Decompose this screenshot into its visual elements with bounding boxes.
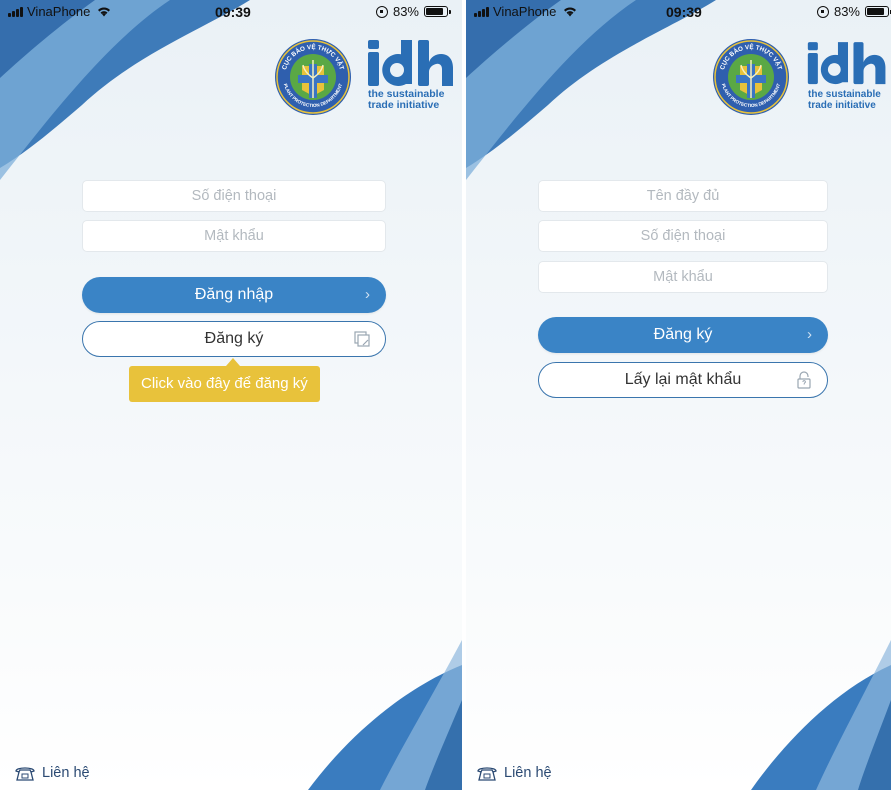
idh-wordmark-icon bbox=[368, 40, 453, 86]
carrier-indicator: VinaPhone bbox=[474, 4, 577, 19]
register-button[interactable]: Đăng ký bbox=[82, 321, 386, 357]
register-tooltip: Click vào đây để đăng ký bbox=[129, 366, 320, 402]
login-button[interactable]: Đăng nhập › bbox=[82, 277, 386, 313]
recover-password-button[interactable]: Lấy lại mật khẩu bbox=[538, 362, 828, 398]
tooltip-arrow bbox=[226, 358, 240, 366]
carrier-name: VinaPhone bbox=[493, 4, 557, 19]
plant-protection-logo: CỤC BẢO VỆ THỰC VẬT PLANT PROTECTION DEP… bbox=[713, 39, 789, 115]
idh-tagline: the sustainable trade initiative bbox=[368, 89, 460, 111]
register-screen: VinaPhone 09:39 83% CỤC BẢO VỆ THỰC VẬT … bbox=[466, 0, 891, 790]
register-button[interactable]: Đăng ký › bbox=[538, 317, 828, 353]
contact-link[interactable]: Liên hệ bbox=[476, 764, 552, 782]
register-form-icon bbox=[354, 331, 370, 347]
idh-wordmark-icon bbox=[807, 42, 886, 85]
idh-tagline-line2: trade initiative bbox=[808, 100, 876, 111]
carrier-indicator: VinaPhone bbox=[8, 4, 111, 19]
status-right: 83% bbox=[375, 4, 451, 19]
battery-percent: 83% bbox=[392, 4, 419, 19]
phone-input[interactable] bbox=[538, 220, 828, 252]
password-input[interactable] bbox=[82, 220, 386, 252]
plant-protection-logo: CỤC BẢO VỆ THỰC VẬT PLANT PROTECTION DEP… bbox=[275, 39, 351, 115]
chevron-right-icon: › bbox=[807, 326, 812, 343]
wifi-icon bbox=[564, 7, 577, 17]
login-button-label: Đăng nhập bbox=[194, 286, 274, 303]
fullname-input[interactable] bbox=[538, 180, 828, 212]
telephone-icon bbox=[15, 767, 35, 781]
idh-tagline-line2: trade initiative bbox=[368, 99, 440, 111]
signal-strength-icon bbox=[8, 6, 23, 17]
status-bar: VinaPhone 09:39 83% bbox=[466, 0, 891, 24]
idh-logo: the sustainable trade initiative bbox=[806, 38, 890, 118]
battery-icon bbox=[424, 6, 451, 17]
contact-label: Liên hệ bbox=[42, 765, 90, 781]
clock: 09:39 bbox=[666, 4, 702, 20]
telephone-icon bbox=[477, 767, 497, 781]
rotation-lock-icon bbox=[816, 5, 829, 18]
idh-tagline-line1: the sustainable bbox=[808, 89, 881, 100]
contact-link[interactable]: Liên hệ bbox=[14, 764, 90, 782]
phone-input[interactable] bbox=[82, 180, 386, 212]
chevron-right-icon: › bbox=[365, 286, 370, 303]
idh-logo: the sustainable trade initiative bbox=[366, 38, 458, 118]
register-button-label: Đăng ký bbox=[653, 326, 713, 343]
padlock-icon bbox=[797, 371, 811, 389]
recover-password-label: Lấy lại mật khẩu bbox=[624, 371, 742, 388]
register-button-label: Đăng ký bbox=[204, 330, 264, 347]
login-screen: VinaPhone 09:39 83% CỤC BẢO VỆ THỰC VẬT … bbox=[0, 0, 462, 790]
contact-label: Liên hệ bbox=[504, 765, 552, 781]
idh-tagline: the sustainable trade initiative bbox=[808, 89, 891, 111]
carrier-name: VinaPhone bbox=[27, 4, 91, 19]
battery-icon bbox=[865, 6, 891, 17]
password-input[interactable] bbox=[538, 261, 828, 293]
battery-percent: 83% bbox=[833, 4, 860, 19]
clock: 09:39 bbox=[215, 4, 251, 20]
rotation-lock-icon bbox=[375, 5, 388, 18]
wifi-icon bbox=[98, 7, 111, 17]
signal-strength-icon bbox=[474, 6, 489, 17]
status-bar: VinaPhone 09:39 83% bbox=[0, 0, 462, 24]
status-right: 83% bbox=[816, 4, 891, 19]
